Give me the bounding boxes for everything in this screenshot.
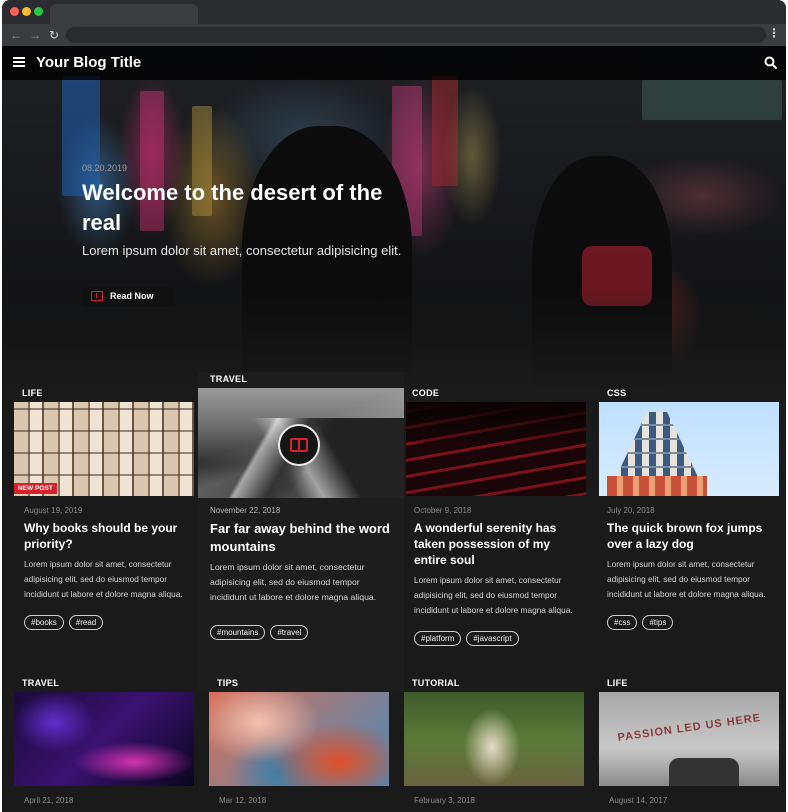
post-category[interactable]: TUTORIAL [412,678,460,688]
post-excerpt: Lorem ipsum dolor sit amet, consectetur … [210,562,377,602]
tag-link[interactable]: #mountains [210,625,266,640]
read-now-label: Read Now [110,291,154,301]
address-bar[interactable] [66,27,766,43]
post-title[interactable]: Far far away behind the word mountains [210,520,395,556]
reading-badge [278,424,320,466]
post-thumbnail-pug[interactable] [404,692,584,786]
read-now-button[interactable]: Read Now [82,286,175,307]
post-title[interactable]: A wonderful serenity has taken possessio… [414,520,586,568]
tag-link[interactable]: #read [68,615,104,630]
forward-arrow-icon[interactable]: → [29,27,41,43]
post-thumbnail-books[interactable]: NEW POST [14,402,194,496]
book-icon [290,438,308,452]
book-icon [91,291,103,301]
post-date: August 19, 2019 [24,506,83,515]
post-title[interactable]: Why books should be your priority? [24,520,189,552]
post-tags: #platform #javascript [414,628,524,646]
post-thumbnail-dj[interactable] [14,692,194,786]
browser-window: ← → ↻ ⋮ Your Blog Title 08.20.2019 Welco… [2,0,786,812]
menu-icon[interactable] [13,57,25,67]
post-thumbnail-theater[interactable] [406,402,586,496]
post-card[interactable]: LIFE PASSION LED US HERE August 14, 2017 [599,676,783,812]
post-date: Mar 12, 2018 [219,796,267,805]
tag-link[interactable]: #platform [414,631,462,646]
post-excerpt: Lorem ipsum dolor sit amet, consectetur … [607,559,766,599]
post-date: July 20, 2018 [607,506,655,515]
thumbnail-caption: PASSION LED US HERE [616,711,762,745]
new-post-badge: NEW POST [14,483,57,494]
post-thumbnail-building[interactable] [599,402,779,496]
post-category[interactable]: LIFE [607,678,628,688]
post-date: November 22, 2018 [210,506,281,515]
post-category[interactable]: TRAVEL [22,678,59,688]
tag-link[interactable]: #books [24,615,64,630]
post-category[interactable]: LIFE [22,388,43,398]
minimize-window-button[interactable] [22,7,31,16]
page-viewport: Your Blog Title 08.20.2019 Welcome to th… [2,46,786,812]
reload-icon[interactable]: ↻ [49,27,59,43]
post-date: February 3, 2018 [414,796,475,805]
post-card[interactable]: TIPS Mar 12, 2018 [209,676,393,812]
post-card[interactable]: CSS July 20, 2018 The quick brown fox ju… [599,386,783,686]
post-card[interactable]: LIFE NEW POST August 19, 2019 Why books … [14,386,196,686]
post-date: October 9, 2018 [414,506,472,515]
tag-link[interactable]: #css [607,615,638,630]
post-tags: #mountains #travel [210,622,313,640]
tag-link[interactable]: #tips [642,615,674,630]
post-card-featured[interactable]: TRAVEL November 22, 2018 Far far away be… [198,372,404,692]
browser-tab[interactable] [50,4,198,26]
close-window-button[interactable] [10,7,19,16]
post-card[interactable]: TRAVEL April 21, 2018 [14,676,198,812]
post-tags: #css #tips [607,612,678,630]
hero-section: Your Blog Title 08.20.2019 Welcome to th… [2,46,786,392]
post-category[interactable]: TRAVEL [210,374,247,384]
post-category[interactable]: TIPS [217,678,238,688]
post-date: April 21, 2018 [24,796,74,805]
post-thumbnail-mountains[interactable] [198,388,404,498]
post-title[interactable]: The quick brown fox jumps over a lazy do… [607,520,772,552]
blog-title[interactable]: Your Blog Title [36,54,141,71]
post-card[interactable]: TUTORIAL February 3, 2018 [404,676,588,812]
post-category[interactable]: CSS [607,388,626,398]
back-arrow-icon[interactable]: ← [10,27,22,43]
tag-link[interactable]: #javascript [466,631,519,646]
hero-date: 08.20.2019 [82,163,128,173]
post-thumbnail-clouds[interactable] [209,692,389,786]
post-category[interactable]: CODE [412,388,439,398]
hero-title[interactable]: Welcome to the desert of the real [82,178,402,238]
post-excerpt: Lorem ipsum dolor sit amet, consectetur … [414,575,573,615]
hero-subtitle: Lorem ipsum dolor sit amet, consectetur … [82,243,402,258]
window-titlebar [2,0,786,26]
browser-menu-icon[interactable]: ⋮ [768,26,780,40]
search-icon[interactable] [764,56,778,70]
maximize-window-button[interactable] [34,7,43,16]
post-date: August 14, 2017 [609,796,668,805]
post-thumbnail-passion[interactable]: PASSION LED US HERE [599,692,779,786]
post-tags: #books #read [24,612,108,630]
tag-link[interactable]: #travel [270,625,309,640]
post-card[interactable]: CODE October 9, 2018 A wonderful serenit… [406,386,590,686]
site-header: Your Blog Title [2,46,786,80]
post-excerpt: Lorem ipsum dolor sit amet, consectetur … [24,559,183,599]
browser-toolbar: ← → ↻ ⋮ [2,24,786,46]
